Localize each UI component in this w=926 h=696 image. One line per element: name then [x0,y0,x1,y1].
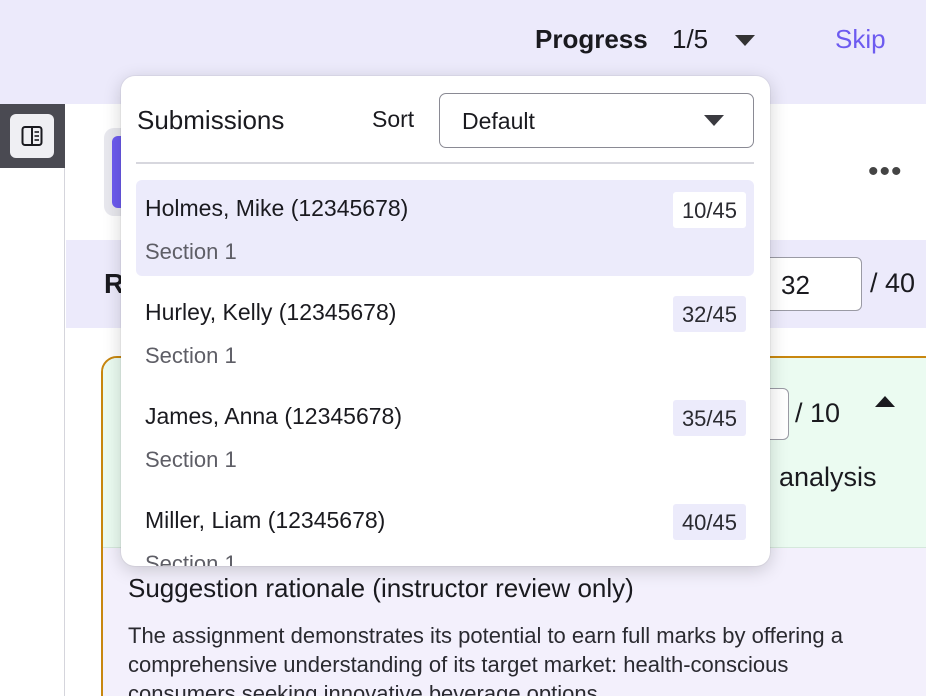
submission-name: Miller, Liam (12345678) [145,507,386,533]
submission-section: Section 1 [145,343,237,368]
submission-name: James, Anna (12345678) [145,403,403,429]
total-score-input[interactable]: 32 [760,257,862,311]
submission-score-badge: 40/45 [672,504,746,540]
submission-score-badge: 32/45 [672,296,746,332]
criterion-score-max: / 10 [795,398,841,428]
submission-name: Hurley, Kelly (12345678) [145,299,397,325]
submission-section: Section 1 [145,447,237,472]
sort-select[interactable]: Default [439,93,754,148]
left-sidebar [0,104,65,696]
submission-section: Section 1 [145,551,237,566]
chevron-down-icon [704,115,724,126]
divider [136,162,754,164]
more-horizontal-icon[interactable]: ••• [868,155,903,189]
skip-button[interactable]: Skip [835,24,886,55]
sort-label: Sort [372,106,415,132]
rationale-title: Suggestion rationale (instructor review … [128,573,634,603]
rationale-body: The assignment demonstrates its potentia… [128,623,843,696]
submission-item[interactable]: Miller, Liam (12345678) Section 1 40/45 [136,492,754,566]
progress-count[interactable]: 1/5 [672,24,708,55]
submission-score-badge: 10/45 [672,192,746,228]
submission-name: Holmes, Mike (12345678) [145,195,409,221]
sort-select-value: Default [462,108,535,134]
submissions-dropdown: Submissions Sort Default Holmes, Mike (1… [121,76,770,566]
submission-score-badge: 35/45 [672,400,746,436]
submission-item[interactable]: Hurley, Kelly (12345678) Section 1 32/45 [136,284,754,388]
submission-item[interactable]: James, Anna (12345678) Section 1 35/45 [136,388,754,492]
submission-section: Section 1 [145,239,237,264]
total-score-max: / 40 [870,268,916,298]
sidebar-panel-icon [21,126,43,146]
chevron-down-icon[interactable] [735,35,755,46]
criterion-description: analysis [779,462,877,492]
panel-toggle-button[interactable] [10,114,54,158]
submissions-title: Submissions [137,105,285,135]
submissions-list: Holmes, Mike (12345678) Section 1 10/45 … [136,180,754,566]
chevron-up-icon[interactable] [875,396,895,407]
submission-item[interactable]: Holmes, Mike (12345678) Section 1 10/45 [136,180,754,276]
progress-label[interactable]: Progress [535,24,648,55]
